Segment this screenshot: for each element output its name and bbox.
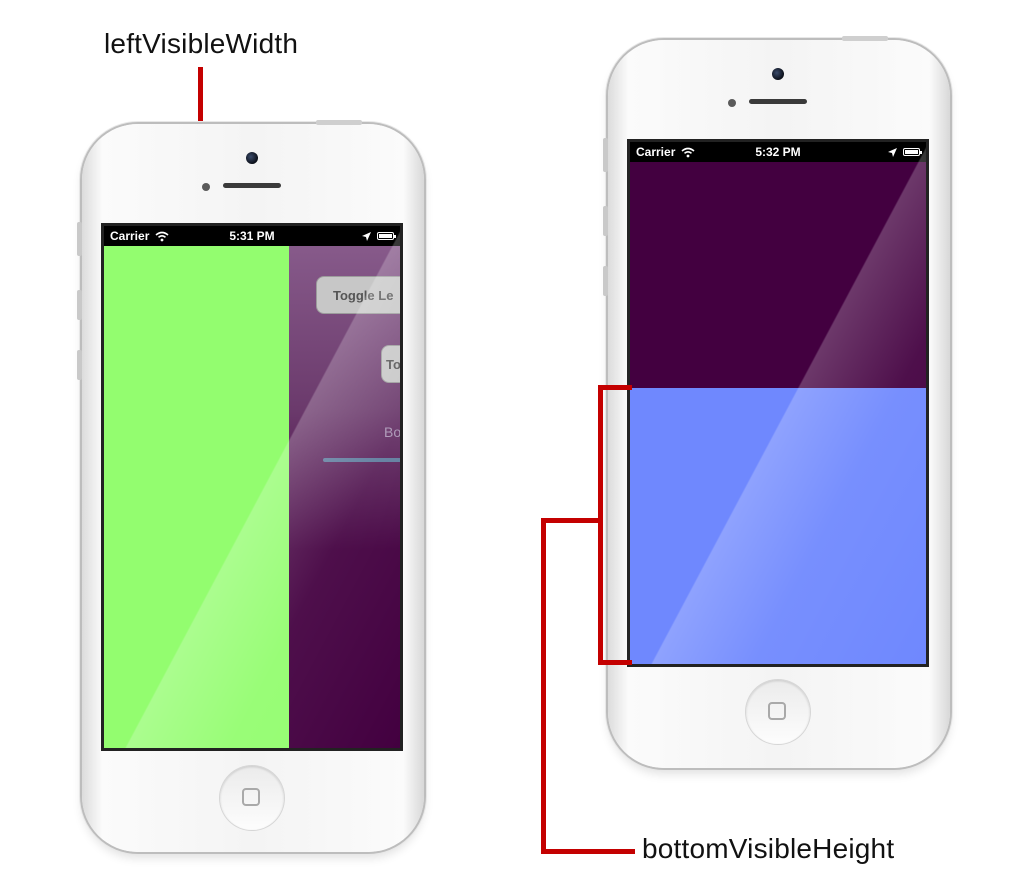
volume-up-button [77,290,82,320]
bracket-top-tick [598,385,632,390]
mute-switch [603,138,608,172]
volume-down-button [603,266,608,296]
toggle-button-2[interactable]: To [381,345,400,383]
left-visible-width-label: leftVisibleWidth [104,28,299,59]
right-phone-screen: Carrier 5:32 PM [630,142,926,664]
status-time: 5:31 PM [229,229,275,243]
location-arrow-icon [888,147,897,157]
power-button [316,120,362,125]
home-square-icon [242,788,260,806]
left-phone-screen: Carrier 5:31 PM Toggle Le To Bo [104,226,400,748]
bracket-vertical [598,385,603,665]
battery-icon [903,148,922,156]
visible-width-slider[interactable] [323,458,400,462]
home-square-icon [768,702,786,720]
wifi-icon [681,147,695,157]
bracket-bottom-tick [598,660,632,665]
bottom-drawer-panel [630,388,926,664]
status-time: 5:32 PM [755,145,801,159]
battery-icon [377,232,396,240]
front-camera-icon [772,68,784,80]
left-drawer-panel [104,246,289,748]
bracket-stem-vertical [541,518,546,854]
power-button [842,36,888,41]
wifi-icon [155,231,169,241]
home-button[interactable] [220,766,284,830]
bottom-visible-height-label: bottomVisibleHeight [642,833,895,864]
home-button[interactable] [746,680,810,744]
mute-switch [77,222,82,256]
status-bar: Carrier 5:32 PM [630,142,926,162]
location-arrow-icon [362,231,371,241]
earpiece-speaker [749,99,807,104]
volume-up-button [603,206,608,236]
front-camera-icon [246,152,258,164]
earpiece-speaker [223,183,281,188]
toggle-left-button[interactable]: Toggle Le [316,276,400,314]
bracket-stem-bottom [541,849,635,854]
bracket-stem-horizontal [541,518,603,523]
carrier-label: Carrier [110,229,150,243]
volume-down-button [77,350,82,380]
bottom-label: Bo [384,424,400,440]
status-bar: Carrier 5:31 PM [104,226,400,246]
status-right [888,147,922,157]
proximity-sensor [728,99,736,107]
proximity-sensor [202,183,210,191]
carrier-label: Carrier [636,145,676,159]
status-right [362,231,396,241]
